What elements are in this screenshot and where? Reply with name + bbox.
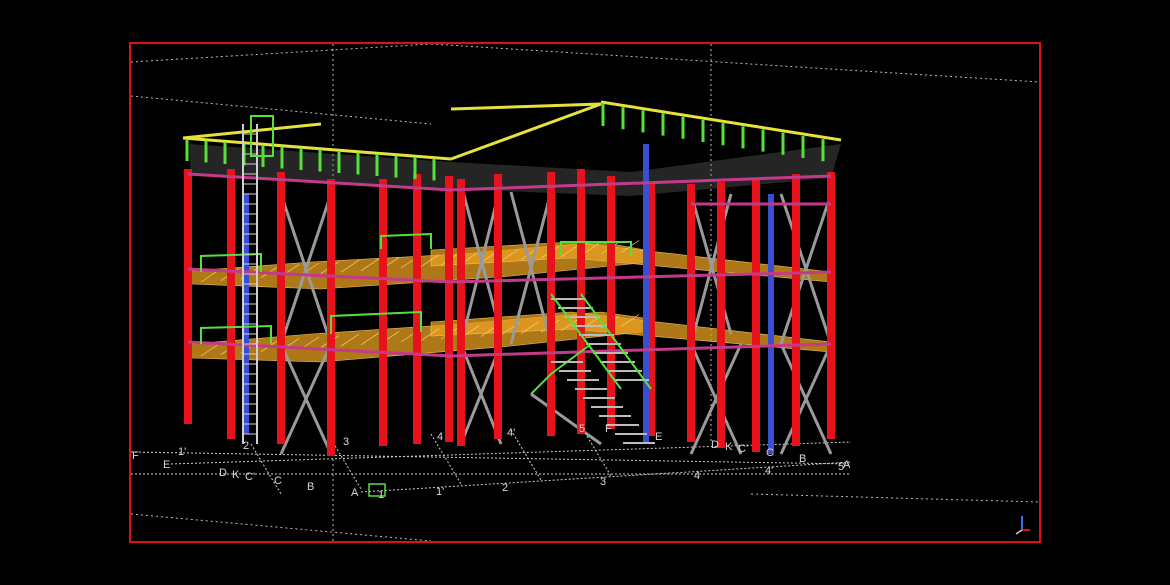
column: [277, 172, 285, 444]
grid-label: 5: [579, 423, 586, 435]
grid-label: E: [163, 459, 171, 471]
bracing-member: [530, 392, 602, 446]
grid-label: 4': [765, 465, 774, 477]
level-handrail: [380, 232, 432, 249]
column: [494, 174, 502, 439]
y-axis-icon: [1015, 529, 1023, 535]
grid-lines: [131, 425, 852, 495]
top-handrail: [600, 100, 842, 142]
column: [717, 182, 725, 448]
grid-label: C': [738, 443, 749, 455]
column: [184, 169, 192, 424]
3d-model-viewport[interactable]: 1' 2 3 4 4' 5 F E D K C' C F E D K C' C …: [129, 42, 1041, 543]
grid-label: A: [351, 487, 359, 499]
guide-line: [750, 493, 1039, 503]
grid-label: A: [843, 459, 851, 471]
column: [457, 179, 465, 446]
top-handrail: [450, 102, 602, 161]
top-handrail: [450, 102, 602, 111]
grid-label: K: [725, 441, 733, 453]
grid-label: C: [766, 447, 774, 459]
grid-label: D: [219, 467, 227, 479]
grid-label: K: [232, 469, 240, 481]
stair-rail: [580, 293, 652, 390]
column: [547, 172, 555, 436]
edge-column: [768, 194, 774, 454]
grid-label: C': [245, 471, 256, 483]
column: [687, 184, 695, 442]
column: [445, 176, 453, 442]
column: [607, 176, 615, 429]
grid-label: 2: [502, 482, 509, 494]
column: [752, 179, 760, 452]
grid-label: 4': [507, 427, 516, 439]
grid-label: 2: [243, 440, 250, 452]
column: [792, 174, 800, 446]
axis-triad-icon: [1015, 516, 1030, 535]
grid-label: D: [711, 439, 719, 451]
grid-label: F: [605, 423, 612, 435]
column: [413, 174, 421, 444]
grid-line: [510, 429, 542, 481]
guide-line: [131, 44, 432, 63]
grid-label: 4: [437, 431, 444, 443]
structural-model-render: [131, 44, 1039, 541]
grid-label: 4: [694, 470, 701, 482]
grid-label: F: [132, 450, 139, 462]
guide-line: [430, 44, 1039, 83]
grid-label: 3: [600, 476, 607, 488]
edge-column: [643, 144, 649, 444]
column: [379, 179, 387, 446]
grid-label: B: [799, 453, 807, 465]
grid-label: B: [307, 481, 315, 493]
grid-label: 1': [178, 446, 187, 458]
grid-label: E: [655, 431, 663, 443]
column: [227, 169, 235, 439]
column: [827, 172, 835, 439]
grid-label: 1: [378, 489, 385, 501]
grid-label: 1': [436, 486, 445, 498]
guide-line: [131, 95, 432, 125]
guide-line: [131, 513, 432, 541]
grid-line: [170, 441, 852, 465]
column: [577, 169, 585, 434]
grid-label: C: [274, 475, 282, 487]
grid-label: 3: [343, 436, 350, 448]
